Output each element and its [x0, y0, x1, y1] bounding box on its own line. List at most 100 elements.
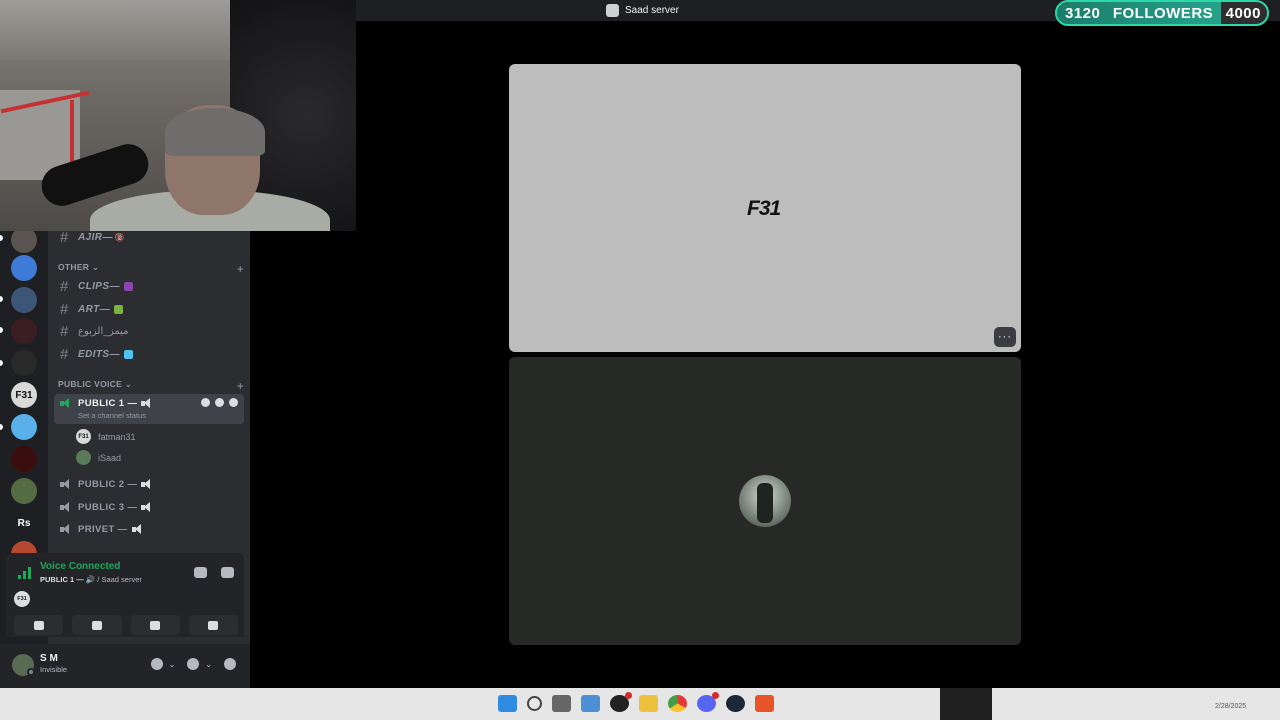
brave-icon[interactable] [755, 695, 774, 712]
invite-icon[interactable] [215, 398, 224, 407]
unread-pill [0, 296, 3, 302]
server-icon-9[interactable] [11, 478, 37, 504]
activities-icon [150, 620, 161, 630]
username[interactable]: S M [40, 653, 58, 664]
speaker-icon [60, 398, 72, 409]
disconnect-icon[interactable] [221, 567, 234, 578]
server-icon-rs[interactable]: Rs [11, 510, 37, 536]
chevron-down-icon[interactable]: ⌄ [205, 660, 212, 669]
microphone-icon[interactable] [150, 658, 163, 670]
screen-share-icon [91, 620, 102, 630]
soundboard-button[interactable] [188, 615, 238, 635]
voice-channel-privet[interactable]: PRIVET — [54, 524, 244, 535]
channel-emoji: 🔞 [114, 232, 125, 242]
gear-icon[interactable] [224, 658, 236, 670]
user-panel: S M Invisible ⌄ ⌄ [0, 644, 250, 688]
taskbar-date: 2/28/2025 [1215, 703, 1247, 710]
unread-pill [0, 424, 3, 430]
followers-goal: 4000 [1225, 4, 1261, 22]
status-indicator [27, 668, 35, 676]
laptop-icon [123, 349, 133, 359]
window-title-text: Saad server [625, 5, 679, 16]
speaker-icon [141, 398, 153, 409]
hash-icon: # [60, 300, 69, 318]
camera-off-icon [33, 620, 44, 630]
voice-member[interactable]: F31 fatman31 [76, 429, 136, 444]
discord-icon[interactable] [697, 692, 719, 712]
category-public-voice[interactable]: PUBLIC VOICE ⌄ + [58, 379, 244, 393]
speaker-icon [60, 502, 72, 513]
speaker-icon [141, 479, 153, 490]
avatar: F31 [76, 429, 91, 444]
followers-goal-bar: 3120 FOLLOWERS 4000 [1055, 0, 1269, 26]
signal-icon[interactable] [18, 565, 32, 579]
server-icon-f31[interactable]: F31 [11, 382, 37, 408]
unread-pill [0, 360, 3, 366]
server-icon-2[interactable] [11, 255, 37, 281]
hash-icon: # [60, 345, 69, 363]
avatar [76, 450, 91, 465]
add-channel-icon[interactable]: + [237, 379, 244, 393]
user-status: Invisible [40, 665, 68, 674]
screen-share-button[interactable] [72, 615, 122, 635]
lock-speaker-icon [60, 524, 72, 535]
speaker-icon [131, 524, 144, 535]
steam-icon[interactable] [726, 695, 745, 712]
window-title: Saad server [606, 4, 679, 17]
hash-icon: # [60, 277, 69, 295]
channel-clips[interactable]: # CLIPS— [56, 276, 244, 296]
store-icon[interactable] [581, 695, 600, 712]
webcam-overlay [0, 0, 356, 231]
screen-share-tile[interactable]: F31 ··· [509, 64, 1021, 352]
speaker-icon [141, 502, 153, 513]
clapper-icon [123, 281, 133, 291]
voice-channel-info[interactable]: PUBLIC 1 — 🔊 / Saad server [40, 575, 142, 584]
folder-icon[interactable] [639, 695, 658, 712]
tile-logo: F31 [747, 197, 781, 220]
video-stage: F31 ··· [250, 21, 1280, 688]
server-icon [606, 4, 619, 17]
taskbar [0, 688, 1280, 720]
participant-avatar [739, 475, 791, 527]
hash-icon: # [60, 228, 69, 246]
art-icon [113, 304, 123, 314]
activities-button[interactable] [130, 615, 180, 635]
followers-label: FOLLOWERS [1112, 4, 1214, 22]
channel-art[interactable]: # ART— [56, 299, 244, 319]
server-icon-5[interactable] [11, 350, 37, 376]
camera-button[interactable] [14, 615, 64, 635]
chevron-down-icon[interactable]: ⌄ [169, 660, 176, 669]
server-icon-4[interactable] [11, 318, 37, 344]
noise-suppression-icon[interactable] [194, 567, 207, 578]
channel-memes[interactable]: # ميمز_الزبوع [56, 321, 244, 341]
chat-icon[interactable] [201, 398, 210, 407]
channel-status[interactable]: Set a channel status [78, 411, 146, 420]
avatar: F31 [14, 591, 30, 607]
voice-channel-public-1[interactable]: PUBLIC 1 — Set a channel status [54, 394, 244, 424]
search-icon[interactable] [527, 696, 542, 711]
headphones-icon[interactable] [187, 658, 200, 670]
gear-icon[interactable] [229, 398, 238, 407]
category-other[interactable]: OTHER ⌄ + [58, 262, 244, 276]
voice-member[interactable]: iSaad [76, 450, 121, 465]
participant-tile[interactable] [509, 357, 1021, 645]
server-icon-3[interactable] [11, 287, 37, 313]
server-icon-8[interactable] [11, 446, 37, 472]
unread-pill [0, 327, 3, 333]
server-icon-7[interactable] [11, 414, 37, 440]
chrome-icon[interactable] [668, 695, 687, 712]
voice-connected-panel: Voice Connected PUBLIC 1 — 🔊 / Saad serv… [6, 553, 244, 637]
speaker-icon [60, 479, 72, 490]
obs-icon[interactable] [610, 692, 632, 712]
start-icon[interactable] [498, 695, 517, 712]
task-view-icon[interactable] [552, 695, 571, 712]
more-options-button[interactable]: ··· [994, 327, 1016, 347]
add-channel-icon[interactable]: + [237, 262, 244, 276]
soundboard-icon [208, 620, 219, 630]
voice-status[interactable]: Voice Connected [40, 561, 120, 572]
voice-channel-public-2[interactable]: PUBLIC 2 — [54, 479, 244, 490]
followers-current: 3120 [1065, 4, 1101, 22]
channel-edits[interactable]: # EDITS— [56, 344, 244, 364]
unread-pill [0, 235, 3, 241]
voice-channel-public-3[interactable]: PUBLIC 3 — [54, 502, 244, 513]
